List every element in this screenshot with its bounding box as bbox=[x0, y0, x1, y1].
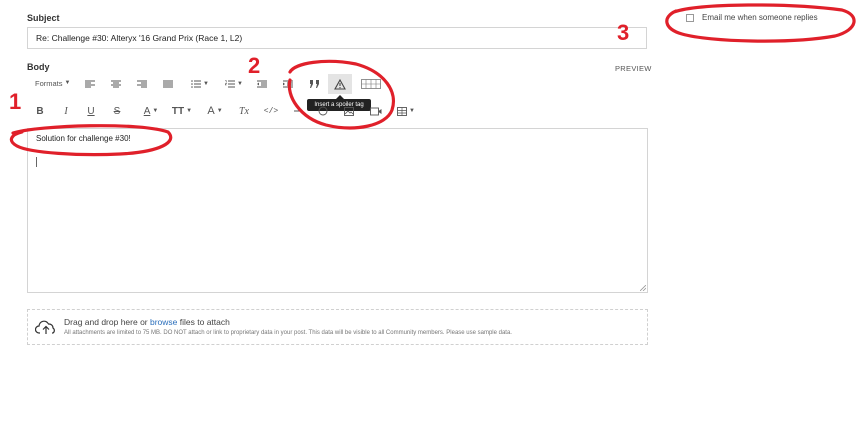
attach-suffix: files to attach bbox=[177, 317, 230, 327]
more-table-icon[interactable]: ▼ bbox=[396, 104, 416, 118]
clear-formatting-button[interactable]: Tx bbox=[238, 104, 250, 118]
cloud-upload-icon bbox=[35, 320, 55, 334]
bold-button[interactable]: B bbox=[35, 104, 45, 118]
bullet-list-icon[interactable]: ▼ bbox=[188, 77, 212, 91]
italic-button[interactable]: I bbox=[61, 104, 71, 118]
attachment-instructions: Drag and drop here or browse files to at… bbox=[64, 317, 230, 327]
formats-dropdown[interactable]: Formats ▼ bbox=[35, 76, 70, 90]
align-left-icon[interactable] bbox=[84, 77, 96, 91]
link-icon[interactable] bbox=[292, 104, 304, 118]
outdent-icon[interactable] bbox=[256, 77, 268, 91]
attachment-note: All attachments are limited to 75 MB. DO… bbox=[64, 330, 512, 336]
font-size-dropdown[interactable]: TT ▼ bbox=[171, 104, 193, 118]
font-color-dropdown[interactable]: A ▼ bbox=[138, 104, 164, 118]
emoji-icon[interactable] bbox=[317, 104, 329, 118]
browse-link[interactable]: browse bbox=[150, 317, 177, 327]
body-editor[interactable]: Solution for challenge #30! bbox=[27, 128, 648, 293]
font-color-label: A bbox=[143, 105, 151, 117]
align-center-icon[interactable] bbox=[110, 77, 122, 91]
font-family-dropdown[interactable]: A ▼ bbox=[205, 104, 225, 118]
indent-icon[interactable] bbox=[282, 77, 294, 91]
email-replies-label: Email me when someone replies bbox=[702, 13, 818, 22]
numbered-list-icon[interactable]: ▼ bbox=[222, 77, 246, 91]
font-size-label: TT bbox=[171, 105, 185, 117]
font-family-label: A bbox=[207, 105, 215, 117]
email-replies-option[interactable]: Email me when someone replies bbox=[686, 13, 818, 22]
formats-label: Formats bbox=[35, 78, 63, 88]
subject-input[interactable]: Re: Challenge #30: Alteryx '16 Grand Pri… bbox=[27, 27, 647, 49]
annotation-number-3: 3 bbox=[617, 20, 630, 45]
strikethrough-button[interactable]: S bbox=[112, 104, 122, 118]
attach-prefix: Drag and drop here or bbox=[64, 317, 150, 327]
code-button[interactable]: </> bbox=[263, 104, 279, 118]
annotation-number-2: 2 bbox=[248, 53, 261, 78]
text-cursor bbox=[36, 157, 37, 167]
attachment-dropzone[interactable]: Drag and drop here or browse files to at… bbox=[27, 309, 648, 345]
underline-button[interactable]: U bbox=[86, 104, 96, 118]
video-icon[interactable] bbox=[369, 104, 383, 118]
image-icon[interactable] bbox=[343, 104, 355, 118]
email-replies-checkbox[interactable] bbox=[686, 13, 694, 22]
insert-table-icon[interactable] bbox=[360, 77, 382, 91]
resize-handle-icon[interactable] bbox=[640, 285, 646, 291]
spoiler-button[interactable] bbox=[328, 74, 352, 94]
body-label: Body bbox=[27, 62, 50, 72]
editor-content: Solution for challenge #30! bbox=[36, 134, 131, 143]
align-justify-icon[interactable] bbox=[162, 77, 174, 91]
blockquote-icon[interactable] bbox=[307, 77, 321, 91]
preview-tab[interactable]: PREVIEW bbox=[615, 64, 652, 73]
subject-label: Subject bbox=[27, 13, 60, 23]
align-right-icon[interactable] bbox=[136, 77, 148, 91]
annotation-number-1: 1 bbox=[9, 89, 22, 114]
warning-triangle-icon bbox=[334, 78, 346, 90]
